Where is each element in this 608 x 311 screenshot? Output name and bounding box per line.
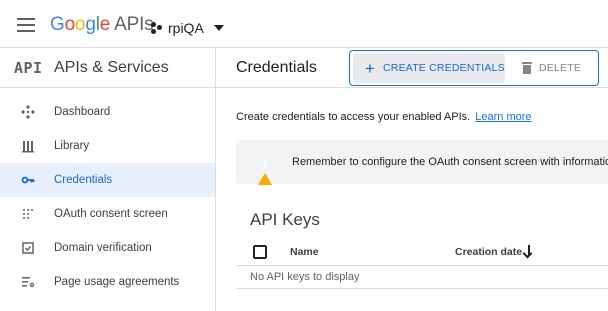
sidebar: API APIs & Services Dashboard Library Cr… — [0, 48, 216, 311]
plus-icon: + — [365, 58, 375, 78]
key-icon — [20, 172, 36, 188]
column-header-name[interactable]: Name — [290, 246, 319, 258]
menu-icon[interactable] — [17, 18, 35, 32]
google-apis-logo[interactable]: Google APIs — [50, 14, 154, 36]
logo-letter: o — [64, 14, 76, 35]
library-icon — [20, 138, 36, 154]
sidebar-header: API APIs & Services — [0, 48, 215, 88]
action-button-group: + CREATE CREDENTIALS DELETE — [349, 50, 599, 86]
main-content: Credentials + CREATE CREDENTIALS DELETE … — [216, 48, 608, 311]
delete-label: DELETE — [539, 62, 582, 74]
logo-letter: G — [50, 14, 65, 35]
sidebar-item-label: Credentials — [54, 174, 113, 186]
main-header: Credentials + CREATE CREDENTIALS DELETE — [216, 48, 608, 88]
warning-text: Remember to configure the OAuth consent … — [292, 156, 608, 168]
dashboard-icon — [20, 104, 36, 120]
intro-text: Create credentials to access your enable… — [236, 111, 532, 123]
sidebar-item-credentials[interactable]: Credentials — [0, 163, 215, 197]
consent-grid-icon — [20, 206, 36, 222]
sidebar-item-label: OAuth consent screen — [54, 208, 168, 220]
sidebar-item-page-usage[interactable]: Page usage agreements — [0, 265, 215, 299]
logo-letter: o — [74, 14, 86, 35]
select-all-checkbox[interactable] — [253, 245, 267, 259]
sidebar-item-label: Page usage agreements — [54, 276, 180, 288]
project-icon — [151, 22, 163, 34]
sidebar-nav: Dashboard Library Credentials OAuth cons… — [0, 88, 215, 299]
logo-letter: e — [99, 14, 111, 35]
sidebar-item-label: Domain verification — [54, 242, 152, 254]
sidebar-title: APIs & Services — [54, 58, 169, 76]
sidebar-item-label: Dashboard — [54, 106, 111, 118]
api-keys-table: Name Creation date No API keys to displa… — [236, 238, 608, 289]
domain-check-icon — [20, 240, 36, 256]
sidebar-item-oauth-consent[interactable]: OAuth consent screen — [0, 197, 215, 231]
empty-table-message: No API keys to display — [250, 271, 360, 283]
page-title: Credentials — [236, 59, 317, 76]
warning-icon — [258, 156, 272, 185]
oauth-warning-banner: Remember to configure the OAuth consent … — [236, 140, 608, 185]
api-keys-title: API Keys — [250, 210, 320, 229]
api-logo-icon: API — [14, 58, 43, 77]
top-bar: Google APIs rpiQA — [0, 0, 608, 48]
sidebar-item-library[interactable]: Library — [0, 129, 215, 163]
logo-letter: g — [85, 14, 96, 35]
sidebar-item-label: Library — [54, 140, 90, 152]
create-credentials-label: CREATE CREDENTIALS — [383, 62, 505, 74]
logo-suffix: APIs — [110, 14, 154, 35]
table-header: Name Creation date — [236, 238, 608, 266]
learn-more-link[interactable]: Learn more — [475, 111, 531, 123]
column-header-creation-date[interactable]: Creation date — [455, 246, 522, 258]
sidebar-item-dashboard[interactable]: Dashboard — [0, 95, 215, 129]
intro-sentence: Create credentials to access your enable… — [236, 111, 471, 123]
table-row: No API keys to display — [236, 266, 608, 289]
delete-button[interactable]: DELETE — [522, 53, 581, 83]
settings-list-icon — [20, 274, 36, 290]
create-credentials-button[interactable]: + CREATE CREDENTIALS — [353, 53, 505, 83]
sidebar-item-domain-verification[interactable]: Domain verification — [0, 231, 215, 265]
sort-arrow-down-icon[interactable] — [522, 244, 535, 260]
project-name: rpiQA — [168, 20, 204, 36]
project-selector[interactable]: rpiQA — [151, 17, 224, 39]
chevron-down-icon — [213, 25, 224, 31]
trash-icon — [522, 62, 532, 74]
